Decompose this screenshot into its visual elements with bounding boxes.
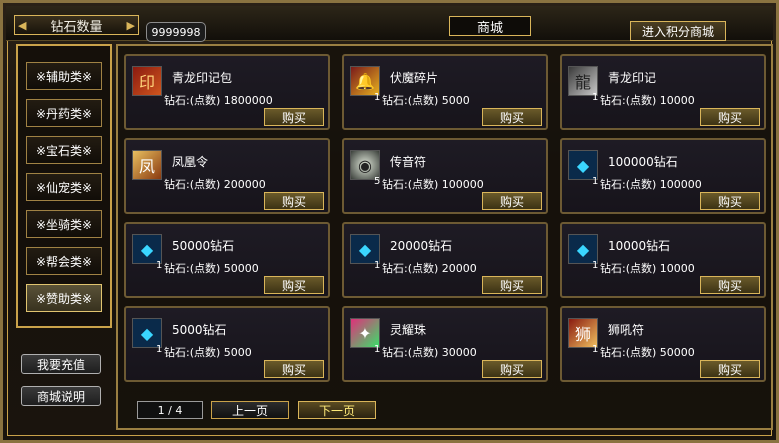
category-panel: ※辅助类※ ※丹药类※ ※宝石类※ ※仙宠类※ ※坐骑类※ ※帮会类※ ※赞助类… [16,44,112,328]
item-card: ◆ 1 10000钻石 钻石:(点数) 10000 购买 [560,222,766,298]
left-arrow-icon: ◀ [18,19,27,32]
diamond-label: 钻石数量 [50,19,103,35]
item-name: 伏魔碎片 [390,71,439,85]
item-name: 狮吼符 [608,323,645,337]
item-qty: 1 [156,344,163,355]
item-price: 钻石:(点数) 20000 [382,262,477,275]
item-qty: 1 [592,260,599,271]
diamond-count: 9999998 [146,22,206,42]
item-card: 🔔 1 伏魔碎片 钻石:(点数) 5000 购买 [342,54,548,130]
item-price: 钻石:(点数) 100000 [600,178,702,191]
buy-button[interactable]: 购买 [264,360,324,378]
item-card: ◆ 1 50000钻石 钻石:(点数) 50000 购买 [124,222,330,298]
item-card: 龍 1 青龙印记 钻石:(点数) 10000 购买 [560,54,766,130]
item-price: 钻石:(点数) 1800000 [164,94,273,107]
item-qty: 1 [156,260,163,271]
category-baoshi[interactable]: ※宝石类※ [26,136,102,164]
buy-button[interactable]: 购买 [482,108,542,126]
item-name: 凤凰令 [172,155,209,169]
item-qty: 1 [374,260,381,271]
item-card: ✦ 1 灵耀珠 钻石:(点数) 30000 购买 [342,306,548,382]
prev-page-button[interactable]: 上一页 [211,401,289,419]
item-price: 钻石:(点数) 200000 [164,178,266,191]
category-banghui[interactable]: ※帮会类※ [26,247,102,275]
item-card: ◆ 1 20000钻石 钻石:(点数) 20000 购买 [342,222,548,298]
buy-button[interactable]: 购买 [700,108,760,126]
item-price: 钻石:(点数) 50000 [600,346,695,359]
shop-help-button[interactable]: 商城说明 [21,386,101,406]
item-price: 钻石:(点数) 5000 [382,94,470,107]
item-name: 20000钻石 [390,239,453,253]
buy-button[interactable]: 购买 [700,276,760,294]
item-qty: 1 [374,92,381,103]
category-danyao[interactable]: ※丹药类※ [26,99,102,127]
buy-button[interactable]: 购买 [264,192,324,210]
right-arrow-icon: ▶ [126,19,135,32]
item-qty: 5 [374,176,381,187]
phoenix-token-icon: 凤 [132,150,162,180]
category-zuoqi[interactable]: ※坐骑类※ [26,210,102,238]
item-price: 钻石:(点数) 10000 [600,94,695,107]
item-price: 钻石:(点数) 10000 [600,262,695,275]
item-name: 青龙印记 [608,71,657,85]
item-qty: 1 [374,344,381,355]
item-name: 青龙印记包 [172,71,233,85]
item-name: 传音符 [390,155,427,169]
buy-button[interactable]: 购买 [482,360,542,378]
item-card: 印 青龙印记包 钻石:(点数) 1800000 购买 [124,54,330,130]
item-card: 凤 凤凰令 钻石:(点数) 200000 购买 [124,138,330,214]
item-card: ◆ 1 100000钻石 钻石:(点数) 100000 购买 [560,138,766,214]
item-price: 钻石:(点数) 100000 [382,178,484,191]
recharge-button[interactable]: 我要充值 [21,354,101,374]
category-fuzhu[interactable]: ※辅助类※ [26,62,102,90]
item-qty: 1 [592,92,599,103]
item-price: 钻石:(点数) 50000 [164,262,259,275]
points-shop-button[interactable]: 进入积分商城 [630,21,726,41]
item-card: 狮 1 狮吼符 钻石:(点数) 50000 购买 [560,306,766,382]
item-name: 灵耀珠 [390,323,427,337]
item-qty: 1 [592,176,599,187]
buy-button[interactable]: 购买 [700,192,760,210]
item-card: ◉ 5 传音符 钻石:(点数) 100000 购买 [342,138,548,214]
buy-button[interactable]: 购买 [482,276,542,294]
item-name: 10000钻石 [608,239,671,253]
buy-button[interactable]: 购买 [264,276,324,294]
dragon-seal-bag-icon: 印 [132,66,162,96]
category-xianchong[interactable]: ※仙宠类※ [26,173,102,201]
item-grid: 印 青龙印记包 钻石:(点数) 1800000 购买 🔔 1 伏魔碎片 钻石:(… [116,44,773,430]
item-name: 50000钻石 [172,239,235,253]
buy-button[interactable]: 购买 [700,360,760,378]
item-qty: 1 [592,344,599,355]
item-price: 钻石:(点数) 30000 [382,346,477,359]
buy-button[interactable]: 购买 [264,108,324,126]
next-page-button[interactable]: 下一页 [298,401,376,419]
category-zanzhu[interactable]: ※赞助类※ [26,284,102,312]
item-card: ◆ 1 5000钻石 钻石:(点数) 5000 购买 [124,306,330,382]
item-price: 钻石:(点数) 5000 [164,346,252,359]
item-name: 100000钻石 [608,155,678,169]
shop-title: 商城 [449,16,531,36]
item-name: 5000钻石 [172,323,227,337]
page-indicator: 1 / 4 [137,401,203,419]
diamond-label-plate: ◀ 钻石数量 ▶ [14,15,139,35]
buy-button[interactable]: 购买 [482,192,542,210]
